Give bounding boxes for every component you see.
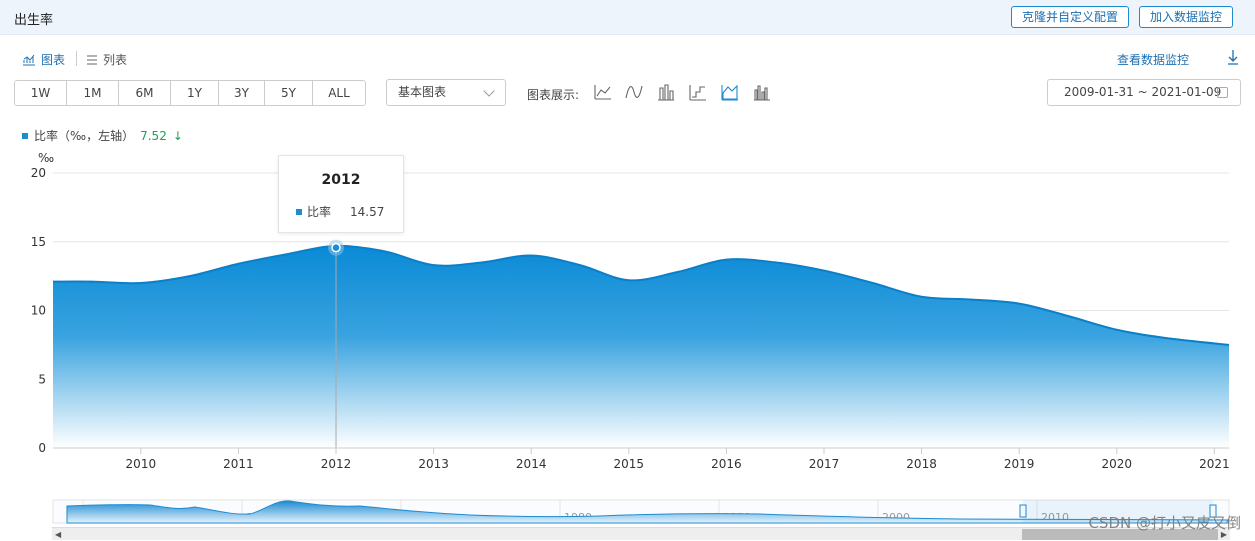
range-3y-button[interactable]: 3Y (219, 81, 265, 105)
y-tick-label: 10 (31, 304, 46, 318)
legend-series-name: 比率（‰，左轴） (34, 129, 135, 143)
range-1y-button[interactable]: 1Y (171, 81, 219, 105)
y-tick-label: 5 (38, 372, 46, 386)
y-tick-label: 0 (38, 441, 46, 455)
list-icon (87, 55, 97, 64)
tooltip-swatch (296, 208, 302, 215)
range-5y-button[interactable]: 5Y (265, 81, 313, 105)
column-chart-icon[interactable] (656, 82, 676, 102)
date-range-picker[interactable]: 2009-01-31 ~ 2021-01-09 (1047, 79, 1241, 106)
y-axis-unit: ‰ (38, 151, 54, 165)
date-start: 2009-01-31 (1064, 85, 1134, 99)
tab-divider (76, 51, 77, 66)
date-end: 2021-01-09 (1151, 85, 1222, 99)
x-tick-label: 2018 (906, 457, 937, 471)
tab-list-label: 列表 (103, 53, 128, 67)
chart-legend[interactable]: 比率（‰，左轴） 7.52 ↓ (22, 127, 183, 144)
page-title: 出生率 (14, 13, 54, 28)
chart-type-select[interactable]: 基本图表 (386, 79, 506, 106)
header-bar: 出生率 克隆并自定义配置 加入数据监控 (0, 0, 1255, 35)
navigator-tick-label: 1970 (405, 511, 433, 524)
navigator-tick-label: 1980 (564, 511, 592, 524)
navigator-tick-label: 2000 (882, 511, 910, 524)
navigator-tick-label: 1950 (87, 511, 115, 524)
x-tick-label: 2019 (1004, 457, 1035, 471)
navigator-tick-label: 1960 (246, 511, 274, 524)
date-separator: ~ (1137, 85, 1148, 99)
range-all-button[interactable]: ALL (313, 81, 365, 105)
range-1m-button[interactable]: 1M (67, 81, 119, 105)
view-monitor-link[interactable]: 查看数据监控 (1117, 51, 1189, 68)
chart-display-label: 图表展示: (527, 88, 580, 102)
chart-type-select-value: 基本图表 (398, 85, 447, 99)
tooltip-row: 比率 14.57 (296, 203, 384, 220)
scroll-left-icon[interactable]: ◀ (55, 530, 61, 539)
series-area (53, 245, 1229, 448)
x-tick-label: 2021 (1199, 457, 1230, 471)
x-tick-label: 2017 (809, 457, 840, 471)
range-1w-button[interactable]: 1W (15, 81, 67, 105)
download-icon[interactable] (1225, 48, 1241, 66)
range-6m-button[interactable]: 6M (119, 81, 171, 105)
x-tick-label: 2011 (223, 457, 254, 471)
view-toolbar: 图表 列表 查看数据监控 (0, 48, 1255, 70)
navigator-frame[interactable] (52, 499, 1230, 524)
navigator-handle[interactable] (1019, 504, 1027, 518)
chart-icon (23, 54, 35, 65)
legend-latest-value: 7.52 (140, 128, 167, 143)
y-tick-label: 15 (31, 235, 46, 249)
x-tick-label: 2013 (418, 457, 449, 471)
navigator-tick-label: 1990 (723, 511, 751, 524)
line-chart-icon[interactable] (593, 82, 613, 102)
navigator-scrollbar[interactable]: ◀ ▶ (52, 527, 1230, 540)
x-tick-label: 2015 (614, 457, 645, 471)
x-tick-label: 2016 (711, 457, 742, 471)
series-line (52, 244, 1230, 346)
x-tick-label: 2010 (126, 457, 157, 471)
chevron-down-icon (483, 85, 495, 97)
y-tick-label: 20 (31, 166, 46, 180)
x-tick-label: 2020 (1101, 457, 1132, 471)
grouped-column-icon[interactable] (752, 82, 772, 102)
navigator-area (66, 500, 1230, 524)
add-monitor-button[interactable]: 加入数据监控 (1139, 6, 1233, 28)
x-tick-label: 2014 (516, 457, 547, 471)
tooltip-series: 比率 (307, 205, 332, 219)
tooltip-value: 14.57 (350, 204, 385, 219)
navigator-tick-label: 2010 (1041, 511, 1069, 524)
tab-list[interactable]: 列表 (86, 51, 127, 68)
area-chart-icon[interactable] (720, 82, 740, 102)
watermark: CSDN @打小又皮又倒 (1088, 514, 1241, 532)
legend-swatch (22, 132, 28, 139)
x-tick-label: 2012 (321, 457, 352, 471)
spline-chart-icon[interactable] (624, 82, 644, 102)
hover-point[interactable] (331, 242, 341, 253)
tooltip-title: 2012 (321, 172, 361, 188)
range-selector: 1W 1M 6M 1Y 3Y 5Y ALL (14, 80, 366, 106)
hover-halo (328, 239, 345, 256)
tab-chart[interactable]: 图表 (22, 51, 65, 68)
tab-chart-label: 图表 (41, 53, 66, 67)
step-chart-icon[interactable] (688, 82, 708, 102)
trend-down-icon: ↓ (172, 128, 183, 143)
clone-config-button[interactable]: 克隆并自定义配置 (1011, 6, 1129, 28)
calendar-icon (1217, 87, 1228, 98)
chart-tooltip: 2012 比率 14.57 (278, 155, 404, 233)
